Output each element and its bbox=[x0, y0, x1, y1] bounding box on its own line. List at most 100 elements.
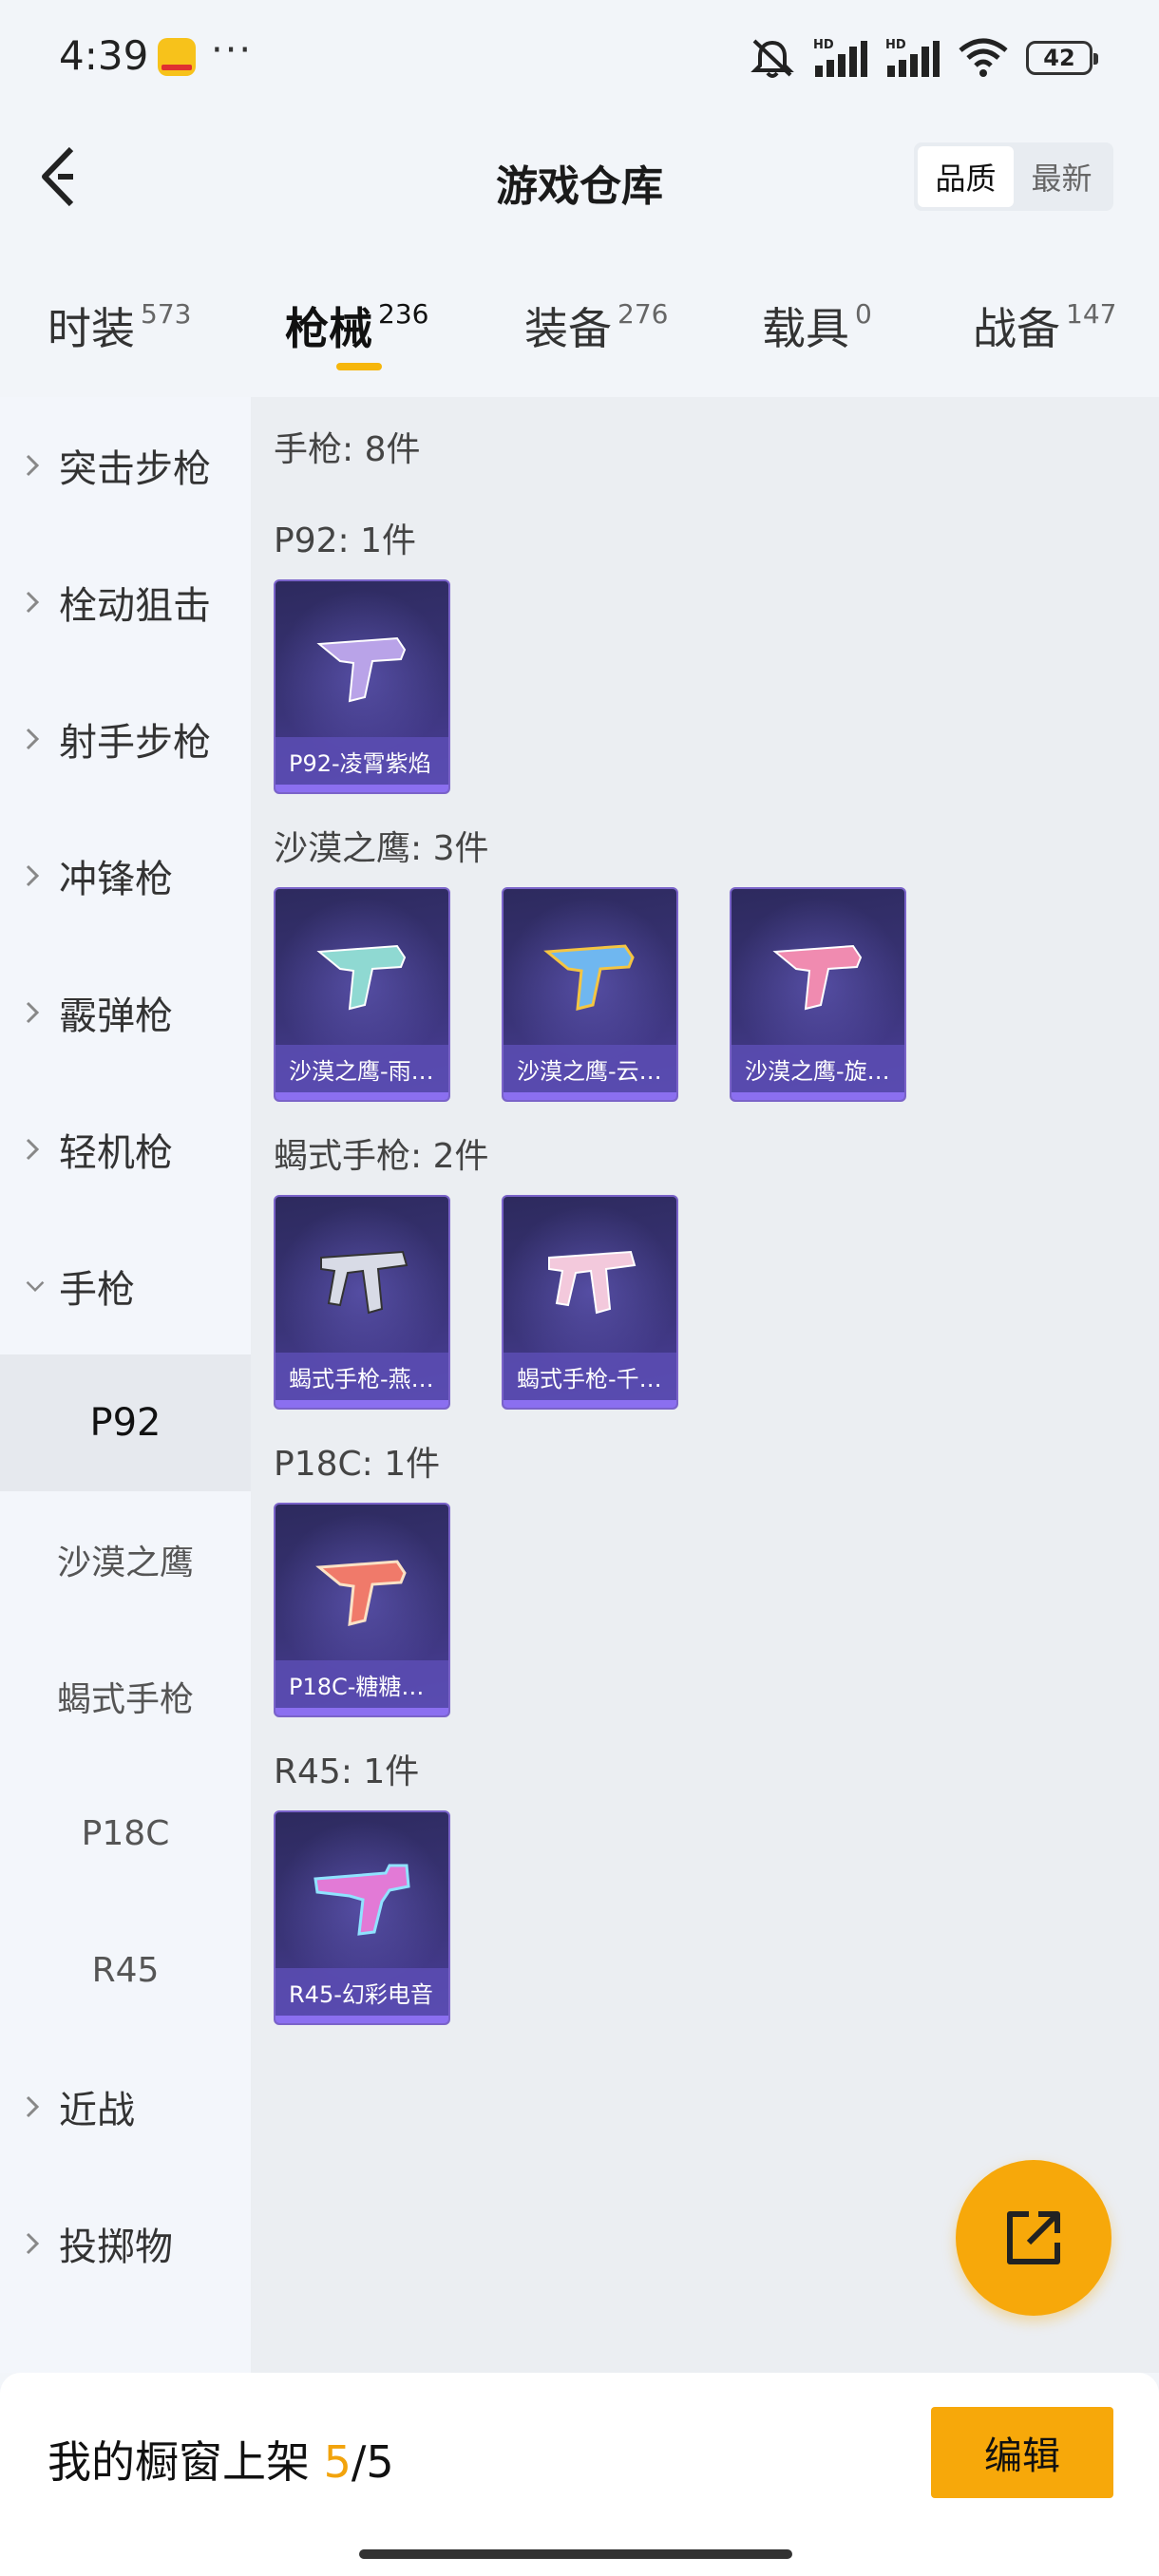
mute-bell-icon bbox=[750, 39, 794, 78]
share-button[interactable] bbox=[956, 2160, 1112, 2316]
showcase-total-count: 5 bbox=[366, 2436, 394, 2488]
sidebar-item-bolt-sniper[interactable]: 栓动狙击 bbox=[0, 534, 251, 671]
tab-label: 枪械 bbox=[285, 303, 372, 354]
skin-card[interactable]: 蝎式手枪-燕… bbox=[274, 1195, 450, 1410]
pistol-icon bbox=[543, 944, 635, 1011]
sidebar-item-label: 突击步枪 bbox=[59, 447, 211, 491]
group-title-scorpion: 蝎式手枪: 2件 bbox=[274, 1137, 489, 1176]
sidebar-item-throwables[interactable]: 投掷物 bbox=[0, 2175, 251, 2312]
sidebar-item-melee[interactable]: 近战 bbox=[0, 2038, 251, 2175]
smg-pistol-icon bbox=[548, 1250, 636, 1315]
chevron-right-icon bbox=[25, 453, 46, 478]
weapon-type-sidebar: 突击步枪 栓动狙击 射手步枪 冲锋枪 霰弹枪 轻机枪 手枪 P92 沙漠之鹰 蝎… bbox=[0, 397, 251, 2373]
chevron-right-icon bbox=[25, 1000, 46, 1025]
showcase-bar: 我的橱窗上架 5/5 编辑 bbox=[0, 2373, 1159, 2576]
svg-text:HD: HD bbox=[813, 38, 834, 52]
sidebar-item-shotgun[interactable]: 霰弹枪 bbox=[0, 944, 251, 1081]
sidebar-sub-p92[interactable]: P92 bbox=[0, 1354, 251, 1491]
skin-name: 蝎式手枪-千… bbox=[504, 1353, 676, 1400]
tab-label: 时装 bbox=[48, 303, 135, 354]
pistol-icon bbox=[316, 944, 407, 1011]
pistol-icon bbox=[315, 1560, 407, 1626]
group-title-p92: P92: 1件 bbox=[274, 521, 416, 560]
home-indicator[interactable] bbox=[359, 2549, 792, 2559]
header: 游戏仓库 品质 最新 bbox=[0, 114, 1159, 247]
smg-pistol-icon bbox=[320, 1250, 408, 1315]
tab-firearms[interactable]: 枪械 236 bbox=[285, 294, 428, 357]
pistol-icon bbox=[772, 944, 863, 1011]
status-bar: 4:39 ··· HD HD 42 bbox=[0, 0, 1159, 114]
sidebar-item-label: 近战 bbox=[59, 2089, 135, 2132]
status-icons: HD HD 42 bbox=[749, 34, 1098, 82]
tab-count: 147 bbox=[1066, 298, 1117, 330]
chevron-right-icon bbox=[25, 1137, 46, 1162]
sidebar-sub-scorpion[interactable]: 蝎式手枪 bbox=[0, 1628, 251, 1765]
tab-label: 战备 bbox=[973, 303, 1060, 354]
sidebar-item-label: 冲锋枪 bbox=[59, 858, 173, 901]
sidebar-item-pistol[interactable]: 手枪 bbox=[0, 1218, 251, 1354]
sidebar-sub-desert-eagle[interactable]: 沙漠之鹰 bbox=[0, 1491, 251, 1628]
group-title-r45: R45: 1件 bbox=[274, 1752, 420, 1791]
skin-name: 沙漠之鹰-雨… bbox=[276, 1045, 448, 1092]
group-title-p18c: P18C: 1件 bbox=[274, 1445, 441, 1484]
weapon-list: 手枪: 8件 P92: 1件 P92-凌霄紫焰 沙漠之鹰: 3件 沙漠之鹰-雨…… bbox=[251, 397, 1159, 2373]
sidebar-sub-p18c[interactable]: P18C bbox=[0, 1765, 251, 1902]
edit-button[interactable]: 编辑 bbox=[931, 2407, 1113, 2498]
sidebar-item-marksman-rifle[interactable]: 射手步枪 bbox=[0, 671, 251, 807]
sidebar-item-label: 霰弹枪 bbox=[59, 994, 173, 1038]
chevron-right-icon bbox=[25, 2094, 46, 2119]
app-notification-icon bbox=[158, 38, 196, 76]
hd-signal-icon: HD bbox=[813, 38, 867, 77]
group-title-desert-eagle: 沙漠之鹰: 3件 bbox=[274, 829, 489, 868]
tab-count: 276 bbox=[618, 298, 669, 330]
skin-card[interactable]: 沙漠之鹰-旋… bbox=[730, 887, 906, 1102]
skin-name: P18C-糖糖… bbox=[276, 1660, 448, 1708]
sidebar-item-smg[interactable]: 冲锋枪 bbox=[0, 807, 251, 944]
sidebar-sub-r45[interactable]: R45 bbox=[0, 1902, 251, 2038]
skin-card[interactable]: R45-幻彩电音 bbox=[274, 1810, 450, 2025]
showcase-label: 我的橱窗上架 bbox=[48, 2436, 310, 2488]
tab-count: 236 bbox=[378, 298, 429, 330]
sort-newest-button[interactable]: 最新 bbox=[1014, 146, 1110, 207]
showcase-separator: / bbox=[351, 2436, 367, 2488]
skin-name: P92-凌霄紫焰 bbox=[276, 737, 448, 785]
tab-label: 载具 bbox=[762, 303, 849, 354]
pistol-icon bbox=[316, 636, 407, 703]
chevron-right-icon bbox=[25, 2231, 46, 2256]
tab-vehicles[interactable]: 载具 0 bbox=[762, 294, 872, 357]
revolver-icon bbox=[314, 1864, 410, 1936]
sort-toggle: 品质 最新 bbox=[914, 142, 1113, 211]
tab-supplies[interactable]: 战备 147 bbox=[973, 294, 1116, 357]
tab-equipment[interactable]: 装备 276 bbox=[524, 294, 668, 357]
tab-label: 装备 bbox=[524, 303, 612, 354]
skin-card[interactable]: P92-凌霄紫焰 bbox=[274, 579, 450, 794]
sidebar-item-label: 轻机枪 bbox=[59, 1131, 173, 1175]
battery-icon: 42 bbox=[1026, 41, 1098, 75]
active-tab-indicator bbox=[336, 363, 382, 370]
chevron-down-icon bbox=[25, 1279, 46, 1294]
svg-text:HD: HD bbox=[885, 38, 906, 52]
chevron-right-icon bbox=[25, 727, 46, 751]
sidebar-item-label: 手枪 bbox=[59, 1268, 135, 1312]
chevron-right-icon bbox=[25, 590, 46, 615]
skin-card[interactable]: P18C-糖糖… bbox=[274, 1503, 450, 1717]
skin-card[interactable]: 蝎式手枪-千… bbox=[502, 1195, 678, 1410]
wifi-icon bbox=[959, 38, 1008, 77]
sidebar-item-label: 投掷物 bbox=[59, 2226, 173, 2269]
share-external-icon bbox=[1007, 2211, 1060, 2264]
sort-quality-button[interactable]: 品质 bbox=[918, 146, 1014, 207]
tab-count: 0 bbox=[855, 298, 872, 330]
hd-signal-icon: HD bbox=[885, 38, 940, 77]
skin-name: 沙漠之鹰-旋… bbox=[732, 1045, 904, 1092]
tab-fashion[interactable]: 时装 573 bbox=[48, 294, 191, 357]
sidebar-item-assault-rifle[interactable]: 突击步枪 bbox=[0, 397, 251, 534]
skin-card[interactable]: 沙漠之鹰-雨… bbox=[274, 887, 450, 1102]
skin-name: 沙漠之鹰-云… bbox=[504, 1045, 676, 1092]
sidebar-item-lmg[interactable]: 轻机枪 bbox=[0, 1081, 251, 1218]
sidebar-item-label: 射手步枪 bbox=[59, 721, 211, 765]
skin-card[interactable]: 沙漠之鹰-云… bbox=[502, 887, 678, 1102]
showcase-status: 我的橱窗上架 5/5 bbox=[48, 2428, 394, 2491]
more-notifications-icon: ··· bbox=[211, 28, 254, 72]
section-title: 手枪: 8件 bbox=[274, 430, 421, 469]
sidebar-item-label: 栓动狙击 bbox=[59, 584, 211, 628]
